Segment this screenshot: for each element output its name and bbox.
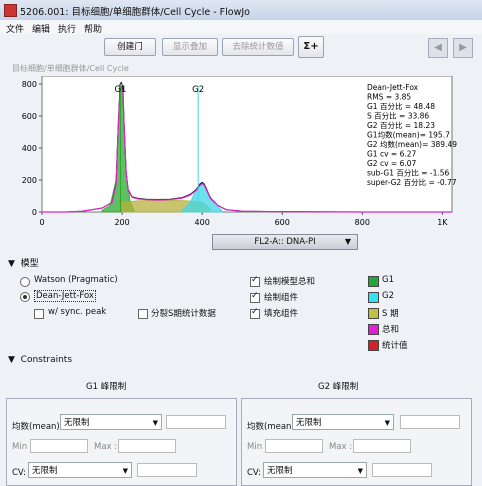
window-title: 5206.001: 目标细胞/单细胞群体/Cell Cycle - FlowJo [20,7,250,18]
x-parameter-label: FL2-A:: DNA-PI [254,237,316,247]
draw-components-checkbox[interactable] [250,291,260,303]
x-tick-label: 800 [355,218,370,227]
show-overlay-button[interactable]: 显示叠加 [162,38,218,56]
sigma-plus-button[interactable]: Σ+ [298,36,324,58]
split-s-label: 分裂S期统计数据 [151,309,216,319]
stats-line: G1均数(mean)= 195.7 [367,130,450,140]
marker-label-g2: G2 [192,85,204,95]
g2-cv-field[interactable] [372,463,432,477]
model-section-header[interactable]: ▼ 模型 [8,256,39,269]
g1-cv-label: CV: [12,468,26,478]
collapse-triangle-icon: ▼ [8,259,15,269]
draw-components-label: 绘制组件 [264,293,299,303]
fill-components-label: 填充组件 [264,309,299,319]
y-tick-label: 0 [32,208,37,217]
dropdown-arrow-icon: ▼ [344,237,351,246]
draw-sum-checkbox[interactable] [250,275,260,287]
remove-stats-button[interactable]: 去除统计数值 [222,38,294,56]
legend-label: S 期 [382,309,399,319]
g2-max-field[interactable] [353,439,411,453]
create-gate-button[interactable]: 创建门 [104,38,156,56]
legend-label: 统计值 [382,341,408,351]
legend-label: G2 [382,291,394,301]
legend-label: G1 [382,275,394,285]
breadcrumb: 目标细胞/单细胞群体/Cell Cycle [12,64,129,73]
g1-mean-value: 无限制 [64,418,90,428]
legend-swatch [368,308,379,319]
y-tick-label: 600 [22,112,37,121]
x-tick-label: 400 [195,218,210,227]
stats-line: super-G2 百分比 = -0.77 [367,177,457,187]
marker-label-g1: G1 [114,85,126,95]
g1-constraint-title: G1 峰限制 [86,382,127,392]
stats-line: sub-G1 百分比 = -1.56 [367,168,450,178]
stats-line: G1 百分比 = 48.48 [367,101,435,111]
g2-min-field[interactable] [265,439,323,453]
x-axis: 0 200 400 600 800 1K [39,212,448,227]
g2-mean-select[interactable]: 无限制 ▼ [292,414,394,430]
legend-swatch [368,324,379,335]
g2-mean-label: 均数(mean): [247,422,298,432]
dropdown-arrow-icon: ▼ [122,467,128,475]
forward-arrow-icon[interactable]: ▶ [453,38,473,58]
legend-label: 总和 [382,325,400,335]
radio-watson[interactable] [20,277,30,287]
y-tick-label: 800 [22,80,37,89]
stats-line: G2 cv = 6.07 [367,159,417,168]
g1-mean-label: 均数(mean): [12,422,63,432]
g2-constraint-title: G2 峰限制 [318,382,359,392]
draw-sum-label: 绘制模型总和 [264,277,316,287]
g1-mean-field[interactable] [166,415,226,429]
collapse-triangle-icon: ▼ [8,355,15,365]
sync-peak-label: w/ sync. peak [48,307,107,317]
g1-min-field[interactable] [30,439,88,453]
g1-max-label: Max : [94,442,118,452]
histogram-chart: 0 200 400 600 800 0 200 400 600 800 1K G1 G2 Dean-… [22,76,457,227]
g1-max-field[interactable] [118,439,176,453]
sync-peak-checkbox[interactable] [34,309,44,319]
x-tick-label: 0 [39,218,44,227]
radio-dean-jett-fox-label: Dean-Jett-Fox [34,290,96,302]
g1-mean-select[interactable]: 无限制 ▼ [60,414,162,430]
flowjo-app-icon [4,4,17,17]
fill-components-checkbox[interactable] [250,307,260,319]
constraints-section-header[interactable]: ▼ Constraints [8,355,72,365]
g1-cv-field[interactable] [137,463,197,477]
y-tick-label: 200 [22,176,37,185]
y-axis: 0 200 400 600 800 [22,80,42,217]
dropdown-arrow-icon: ▼ [384,419,390,427]
g2-max-label: Max : [329,442,353,452]
radio-dean-jett-fox[interactable] [20,292,30,302]
back-arrow-icon[interactable]: ◀ [428,38,448,58]
stats-line: S 百分比 = 33.86 [367,111,429,121]
x-tick-label: 600 [275,218,290,227]
split-s-checkbox[interactable] [138,309,148,319]
g2-cv-select[interactable]: 无限制 ▼ [263,462,367,478]
constraints-header-label: Constraints [20,355,73,365]
legend-swatch [368,276,379,287]
stats-line: RMS = 3.85 [367,93,411,102]
stats-line: Dean-Jett-Fox [367,83,419,92]
g2-mean-field[interactable] [400,415,460,429]
g1-cv-select[interactable]: 无限制 ▼ [28,462,132,478]
dropdown-arrow-icon: ▼ [152,419,158,427]
x-parameter-dropdown[interactable]: FL2-A:: DNA-PI ▼ [212,234,358,250]
legend-swatch [368,292,379,303]
x-tick-label: 1K [437,218,448,227]
stats-line: G2 均数(mean)= 389.49 [367,139,457,149]
model-header-label: 模型 [20,259,39,269]
radio-watson-label: Watson (Pragmatic) [34,275,118,285]
g2-mean-value: 无限制 [296,418,322,428]
g2-cv-value: 无限制 [267,466,293,476]
stats-line: G2 百分比 = 18.23 [367,120,435,130]
stats-line: G1 cv = 6.27 [367,150,417,159]
g2-cv-label: CV: [247,468,261,478]
x-tick-label: 200 [114,218,129,227]
legend-swatch [368,340,379,351]
g1-cv-value: 无限制 [32,466,58,476]
dropdown-arrow-icon: ▼ [357,467,363,475]
y-tick-label: 400 [22,144,37,153]
